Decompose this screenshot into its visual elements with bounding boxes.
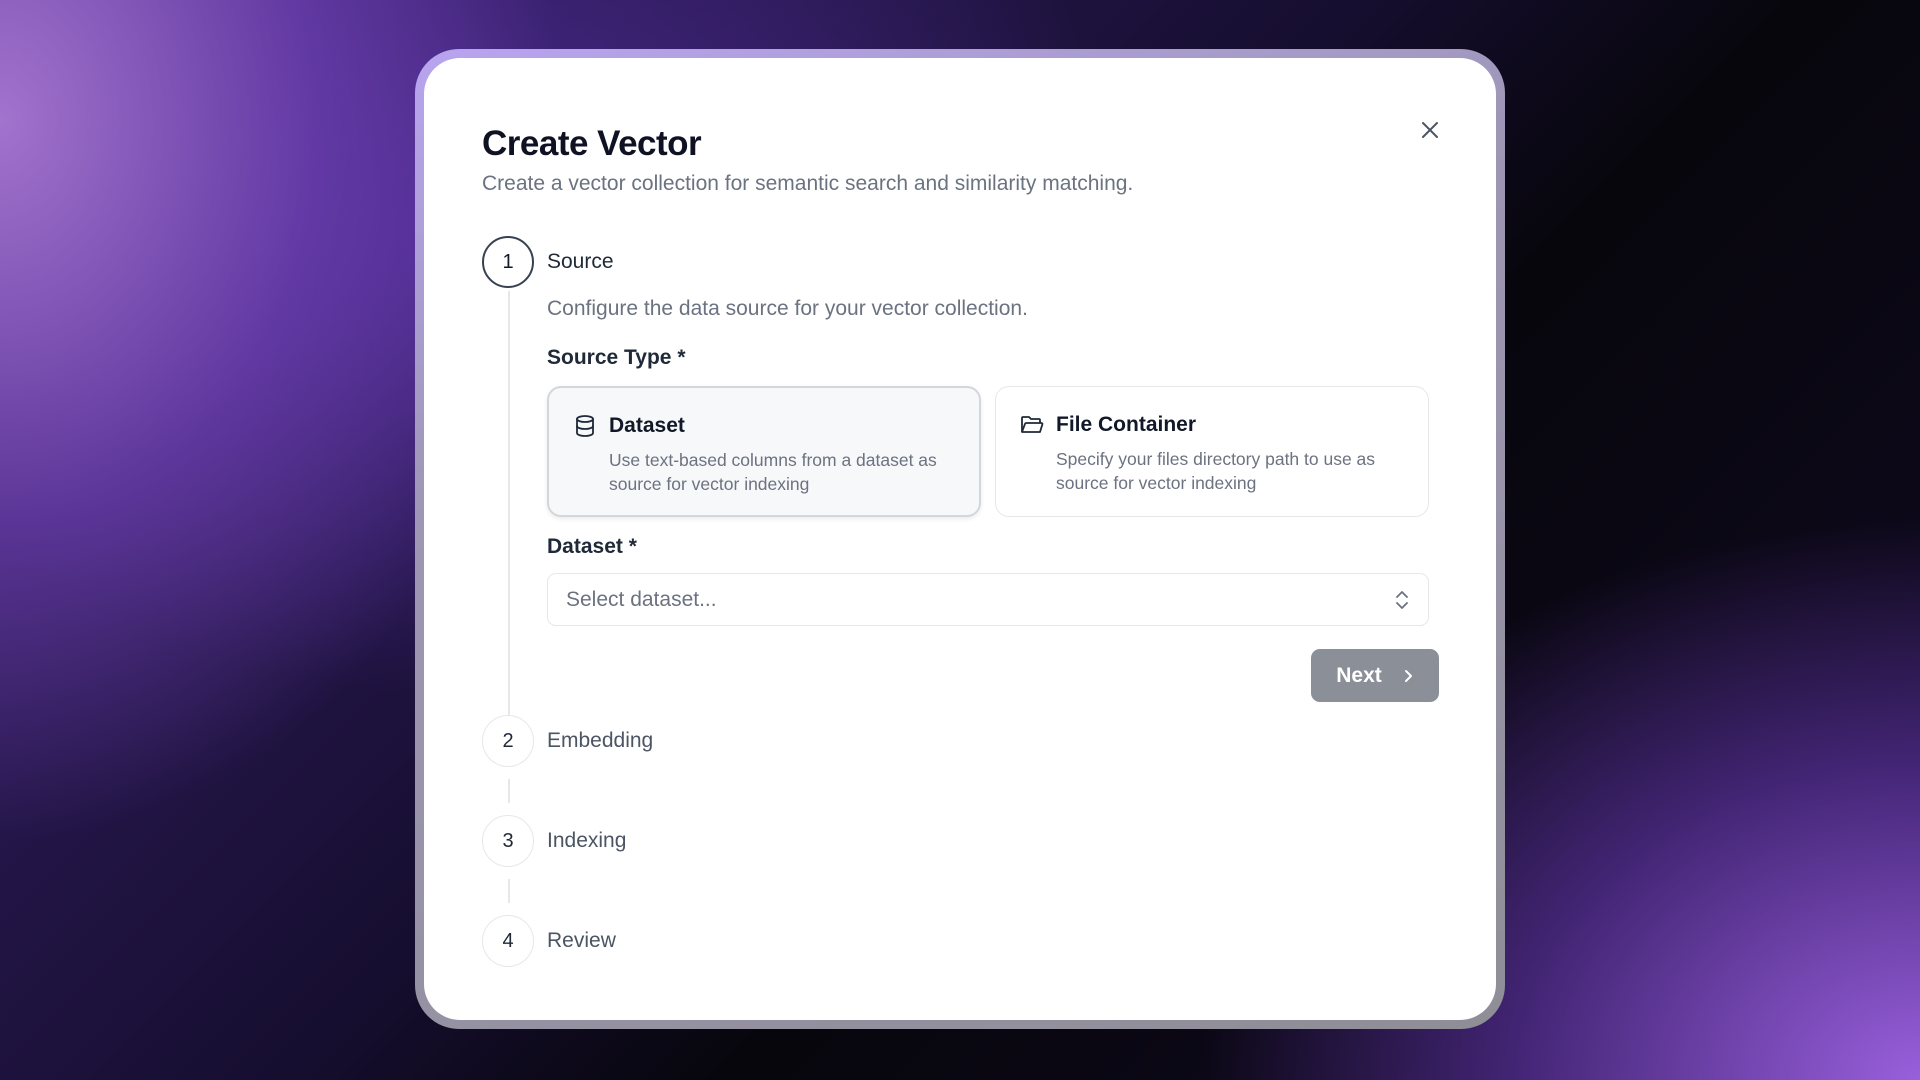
source-option-dataset[interactable]: Dataset Use text-based columns from a da… — [547, 386, 981, 517]
close-button[interactable] — [1416, 116, 1444, 144]
step-indexing[interactable]: 3 Indexing — [482, 815, 626, 867]
option-description: Specify your files directory path to use… — [1056, 449, 1376, 493]
dataset-select[interactable]: Select dataset... — [547, 573, 1429, 626]
step-connector — [508, 291, 510, 751]
database-icon — [573, 414, 597, 438]
option-title: Dataset — [609, 414, 685, 437]
step-number: 2 — [482, 715, 534, 767]
chevron-right-icon — [1402, 668, 1414, 684]
step-number: 3 — [482, 815, 534, 867]
chevron-up-down-icon — [1396, 590, 1408, 609]
step-source[interactable]: 1 Source — [482, 236, 614, 288]
step-label: Indexing — [547, 829, 627, 852]
step-number: 1 — [482, 236, 534, 288]
dataset-select-placeholder: Select dataset... — [566, 587, 717, 611]
dialog-subtitle: Create a vector collection for semantic … — [482, 172, 1134, 195]
next-button[interactable]: Next — [1311, 649, 1439, 702]
step-number: 4 — [482, 915, 534, 967]
source-type-label: Source Type * — [547, 346, 686, 369]
folder-open-icon — [1020, 413, 1044, 437]
step-description: Configure the data source for your vecto… — [547, 297, 1028, 320]
create-vector-dialog: Create Vector Create a vector collection… — [424, 58, 1496, 1020]
dataset-label: Dataset * — [547, 535, 637, 558]
dialog-title: Create Vector — [482, 124, 702, 163]
step-embedding[interactable]: 2 Embedding — [482, 715, 653, 767]
step-connector — [508, 879, 510, 903]
option-title: File Container — [1056, 413, 1197, 436]
next-button-label: Next — [1336, 663, 1382, 687]
step-label: Embedding — [547, 729, 654, 752]
option-description: Use text-based columns from a dataset as… — [609, 450, 937, 494]
step-label: Source — [547, 250, 614, 273]
step-review[interactable]: 4 Review — [482, 915, 616, 967]
step-connector — [508, 779, 510, 803]
dialog-frame: Create Vector Create a vector collection… — [415, 49, 1505, 1029]
source-option-file-container[interactable]: File Container Specify your files direct… — [995, 386, 1429, 517]
step-label: Review — [547, 929, 616, 952]
close-icon — [1422, 122, 1438, 138]
